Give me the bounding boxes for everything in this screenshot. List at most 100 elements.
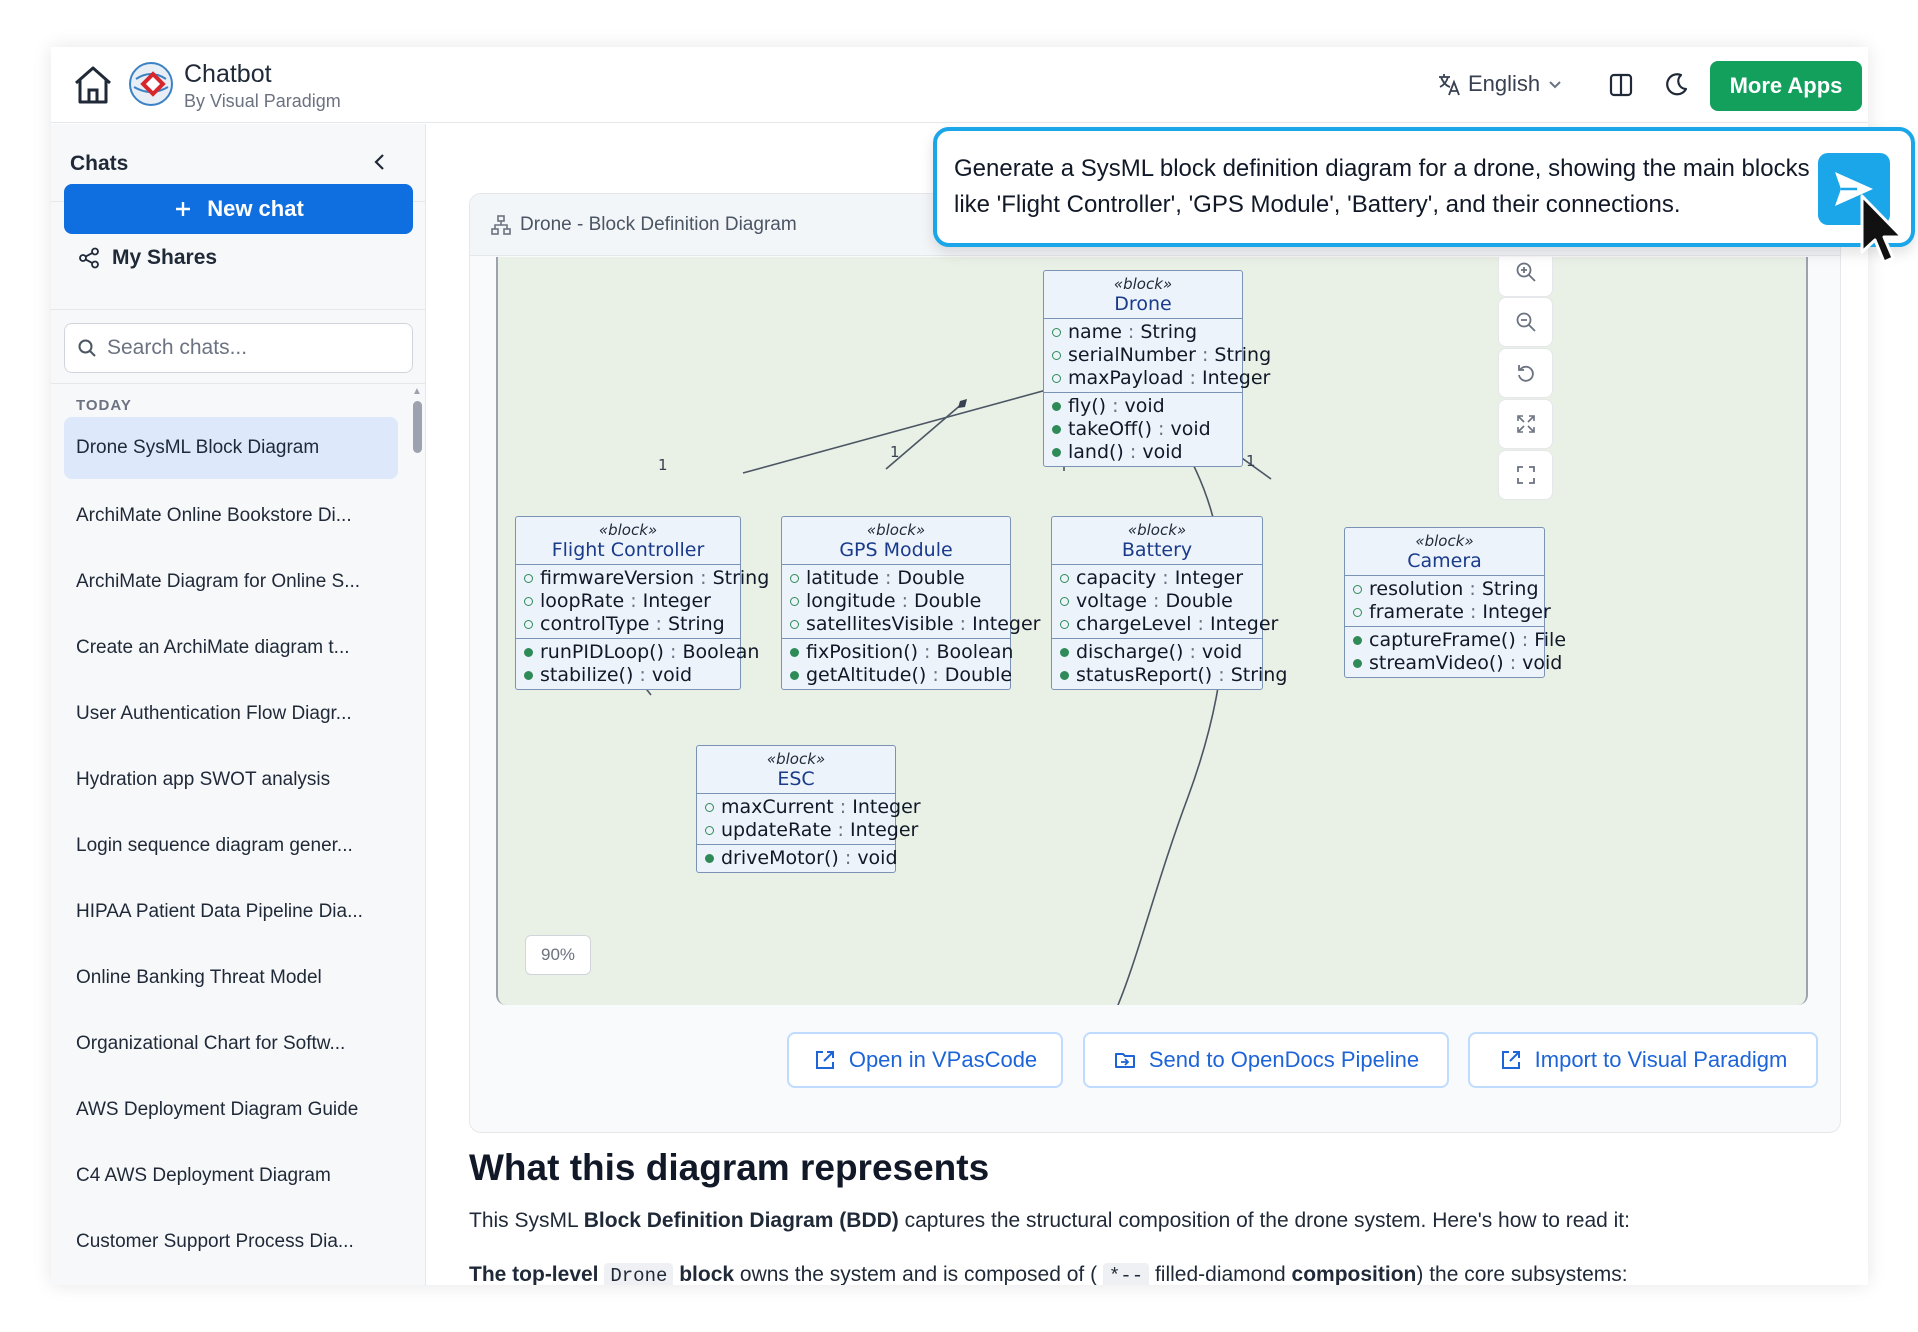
block-attributes: resolution : String framerate : Integer [1345,576,1551,627]
chat-item[interactable]: C4 AWS Deployment Diagram [64,1143,398,1209]
block-attributes: latitude : Double longitude : Double sat… [782,565,1040,639]
block-operations: discharge() : void statusReport() : Stri… [1052,639,1287,689]
block-drone[interactable]: «block» Drone name : String serialNumber … [1043,270,1271,467]
send-to-opendocs-button[interactable]: Send to OpenDocs Pipeline [1083,1032,1449,1088]
zoom-in-icon [1516,262,1536,282]
zoom-out-icon [1516,312,1536,332]
chat-item[interactable]: User Authentication Flow Diagr... [64,681,398,747]
block-esc[interactable]: «block» ESC maxCurrent : Integer updateRa… [696,745,921,873]
zoom-out-button[interactable] [1498,297,1553,347]
section-heading: What this diagram represents [469,1147,990,1188]
block-operations: fly() : void takeOff() : void land() : v… [1044,393,1242,466]
dark-mode-icon[interactable] [1662,71,1690,99]
block-attributes: name : String serialNumber : String maxP… [1044,319,1271,393]
block-gps-module[interactable]: «block» GPS Module latitude : Double long… [781,516,1040,690]
block-name: Flight Controller [551,539,705,561]
sidebar-scrollbar[interactable] [413,401,422,453]
fullscreen-button[interactable] [1498,450,1553,500]
block-operations: runPIDLoop() : Boolean stabilize() : voi… [516,639,759,689]
plus-icon [176,202,191,216]
chat-item[interactable]: AWS Deployment Diagram Guide [64,1077,398,1143]
prompt-bubble: Generate a SysML block definition diagra… [933,127,1915,247]
sidebar-title: Chats [70,152,129,175]
block-name: Camera [1407,550,1482,572]
multiplicity-camera: 1 [1246,452,1256,470]
new-chat-label: New chat [207,196,304,221]
search-chats-input[interactable] [107,336,387,360]
block-camera[interactable]: «block» Camera resolution : String framer… [1344,527,1566,678]
block-attributes: capacity : Integer voltage : Double char… [1052,565,1278,639]
block-attributes: firmwareVersion : String loopRate : Inte… [516,565,769,639]
language-label: English [1468,71,1541,96]
diagram-canvas[interactable]: 1 1 1 1 4 «block»Drone name : String ser… [496,257,1808,1005]
home-icon[interactable] [71,63,115,107]
block-flight-controller[interactable]: «block» Flight Controller firmwareVersion… [515,516,769,690]
sidebar-divider [51,383,426,384]
language-selector[interactable]: English [1436,71,1564,97]
more-apps-button[interactable]: More Apps [1710,61,1862,111]
chevron-down-icon [1549,81,1561,89]
explanation-paragraph-2: The top-level Drone block owns the syste… [469,1263,1628,1285]
block-attributes: maxCurrent : Integer updateRate : Intege… [697,794,921,845]
diagram-card-title: Drone - Block Definition Diagram [520,214,797,235]
diagram-hierarchy-icon [491,215,511,235]
block-stereotype: «block» [1127,521,1187,539]
chat-item[interactable]: ArchiMate Online Bookstore Di... [64,483,398,549]
collapse-sidebar-icon[interactable] [368,150,392,174]
send-to-opendocs-label: Send to OpenDocs Pipeline [1148,1047,1420,1072]
chat-item[interactable]: Online Banking Threat Model [64,945,398,1011]
chat-list: Drone SysML Block Diagram ArchiMate Onli… [64,417,398,1275]
block-name: GPS Module [839,539,953,561]
mouse-cursor-icon [1860,194,1904,264]
chat-item[interactable]: HIPAA Patient Data Pipeline Dia... [64,879,398,945]
block-name: Drone [1114,293,1172,315]
translate-icon [1439,74,1460,96]
block-stereotype: «block» [1415,532,1474,550]
fullscreen-icon [1516,466,1535,484]
chat-item[interactable]: Hydration app SWOT analysis [64,747,398,813]
panel-layout-icon[interactable] [1607,71,1635,99]
reset-icon [1517,365,1534,382]
external-link-icon [815,1051,834,1069]
my-shares-link[interactable]: My Shares [78,246,217,270]
fit-view-button[interactable] [1498,399,1553,449]
chat-item[interactable]: Customer Support Process Dia... [64,1209,398,1275]
open-in-vpascode-label: Open in VPasCode [848,1047,1038,1072]
import-to-visual-paradigm-button[interactable]: Import to Visual Paradigm [1468,1032,1818,1088]
block-operations: captureFrame() : File streamVideo() : vo… [1345,627,1566,677]
zoom-level-badge: 90% [525,935,591,975]
reset-view-button[interactable] [1498,348,1553,398]
open-in-vpascode-button[interactable]: Open in VPasCode [787,1032,1063,1088]
block-name: Battery [1121,539,1193,561]
block-battery[interactable]: «block» Battery capacity : Integer voltag… [1051,516,1287,690]
my-shares-label: My Shares [112,246,218,269]
connector-drone-motor [1117,404,1226,1005]
top-header: Chatbot By Visual Paradigm English More … [51,47,1868,123]
chat-item[interactable]: Create an ArchiMate diagram t... [64,615,398,681]
scroll-up-icon[interactable]: ▲ [412,386,422,397]
block-operations: driveMotor() : void [697,845,898,872]
multiplicity-gps: 1 [890,443,900,461]
brand-subtitle: By Visual Paradigm [184,91,341,111]
search-chats-box [64,323,413,373]
composition-diamond [958,399,967,408]
block-stereotype: «block» [866,521,926,539]
block-stereotype: «block» [1113,275,1173,293]
external-link-icon [1501,1051,1520,1069]
chat-item[interactable]: Login sequence diagram gener... [64,813,398,879]
chat-sidebar: Chats New chat My Shares Search chats...… [51,124,426,1285]
chat-item[interactable]: ArchiMate Diagram for Online S... [64,549,398,615]
zoom-in-button[interactable] [1498,257,1553,297]
chat-item[interactable]: Organizational Chart for Softw... [64,1011,398,1077]
fit-screen-icon [1516,415,1535,433]
new-chat-button[interactable]: New chat [64,184,413,234]
brand-title: Chatbot [184,60,272,88]
share-icon [79,247,99,269]
block-stereotype: «block» [598,521,658,539]
search-icon [78,339,96,357]
visual-paradigm-logo-icon [129,62,173,106]
block-operations: fixPosition() : Boolean getAltitude() : … [782,639,1013,689]
chat-item-active[interactable]: Drone SysML Block Diagram [64,417,398,479]
multiplicity-fc: 1 [658,456,668,474]
explanation-paragraph: This SysML Block Definition Diagram (BDD… [469,1209,1630,1232]
